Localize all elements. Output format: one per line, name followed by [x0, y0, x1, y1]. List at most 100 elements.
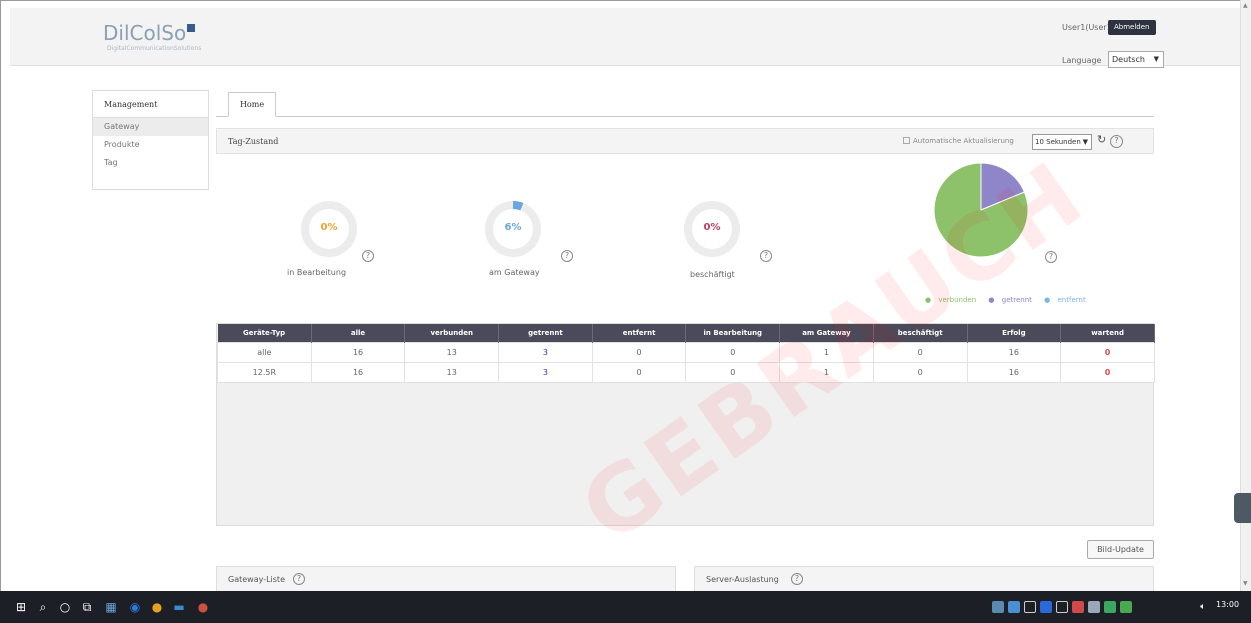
table-cell: 0 — [1060, 361, 1155, 383]
app-red-icon[interactable]: ● — [196, 600, 210, 614]
tray-icon[interactable] — [992, 601, 1004, 613]
help-icon[interactable]: ? — [362, 250, 374, 262]
tray-icon[interactable] — [1088, 601, 1100, 613]
column-header[interactable]: am Gateway — [779, 324, 874, 342]
table-cell: 0 — [1060, 341, 1155, 363]
chevron-down-icon: ▼ — [1153, 55, 1159, 63]
table-cell: 16 — [966, 341, 1062, 363]
table-cell: 16 — [966, 361, 1062, 383]
table-cell: 0 — [872, 361, 968, 383]
user-name: User1(User1) — [1062, 23, 1115, 32]
tray-icon[interactable] — [1008, 601, 1020, 613]
column-header[interactable]: verbunden — [404, 324, 500, 342]
cortana-icon[interactable]: ○ — [58, 600, 72, 614]
start-icon[interactable]: ⊞ — [14, 600, 28, 614]
gauge-value: 0% — [703, 222, 721, 233]
column-header[interactable]: Geräte-Typ — [217, 324, 312, 342]
table-cell: alle — [217, 341, 312, 363]
chrome-icon[interactable]: ● — [150, 600, 164, 614]
taskbar: ⊞ ⌕ ○ ⧉ ▦ ◉ ● ▬ ● 🔈︎ 13:00 — [0, 591, 1251, 623]
auto-refresh-toggle[interactable]: Automatische Aktualisierung — [903, 137, 1014, 145]
sidebar-title: Management — [93, 91, 208, 118]
logout-button[interactable]: Abmelden — [1108, 20, 1156, 35]
column-header[interactable]: entfernt — [592, 324, 687, 342]
legend-item-verbunden: ● verbunden — [925, 296, 977, 304]
table-cell: 0 — [685, 361, 781, 383]
logo-mark-icon — [187, 24, 196, 32]
table-cell: 0 — [685, 341, 781, 363]
status-pie-chart — [933, 162, 1029, 258]
help-icon[interactable]: ? — [1110, 135, 1123, 148]
server-load-panel: Server-Auslastung ? — [694, 566, 1154, 592]
gateway-list-panel: Gateway-Liste ? — [216, 566, 676, 592]
tray-icon[interactable] — [1120, 601, 1132, 613]
help-icon[interactable]: ? — [1045, 251, 1057, 263]
table-header-row: Geräte-Typ alle verbunden getrennt entfe… — [217, 324, 1155, 342]
gauge-label: am Gateway — [489, 268, 540, 277]
interval-select[interactable]: 10 Sekunden ▼ — [1032, 134, 1092, 150]
volume-icon[interactable]: 🔈︎ — [1196, 600, 1210, 614]
gauge-value: 6% — [504, 222, 522, 233]
gauge-label: beschäftigt — [690, 270, 735, 279]
table-cell-link[interactable]: 3 — [498, 341, 593, 363]
help-icon[interactable]: ? — [293, 573, 305, 585]
app-icon[interactable]: ▦ — [104, 600, 118, 614]
tab-bar — [216, 116, 1154, 117]
table-cell: 1 — [779, 341, 874, 363]
help-icon[interactable]: ? — [791, 573, 803, 585]
table-cell: 1 — [779, 361, 874, 383]
column-header[interactable]: beschäftigt — [873, 324, 968, 342]
teamviewer-icon[interactable]: ◉ — [128, 600, 142, 614]
tray-icon[interactable] — [1104, 601, 1116, 613]
table-cell: 16 — [310, 361, 406, 383]
column-header[interactable]: wartend — [1060, 324, 1155, 342]
table-row: alle 16 13 3 0 0 1 0 16 0 — [217, 341, 1155, 363]
table-cell: 0 — [591, 341, 687, 363]
side-tab-icon[interactable] — [1234, 493, 1251, 523]
file-explorer-icon[interactable]: ▬ — [172, 600, 186, 614]
scroll-down-icon[interactable]: ▼ — [1243, 580, 1248, 587]
logo-subtitle: DigitalCommunicationSolutions — [107, 45, 202, 52]
column-header[interactable]: alle — [311, 324, 406, 342]
search-icon[interactable]: ⌕ — [36, 600, 50, 614]
status-panel-header: Tag-Zustand Automatische Aktualisierung … — [216, 128, 1154, 154]
panel-title: Tag-Zustand — [228, 137, 279, 146]
scroll-up-icon[interactable]: ▲ — [1243, 2, 1248, 9]
legend-item-entfernt: ● entfernt — [1044, 296, 1086, 304]
table-cell: 13 — [404, 341, 500, 363]
pie-legend: ● verbunden ● getrennt ● entfernt — [925, 296, 1096, 304]
sidebar-item-produkte[interactable]: Produkte — [93, 136, 208, 154]
tray-icon[interactable] — [1056, 601, 1068, 613]
table-cell: 0 — [591, 361, 687, 383]
help-icon[interactable]: ? — [760, 250, 772, 262]
table-row: 12.5R 16 13 3 0 0 1 0 16 0 — [217, 361, 1155, 383]
app-header: DilColSo DigitalCommunicationSolutions U… — [10, 8, 1240, 68]
column-header[interactable]: Erfolg — [967, 324, 1062, 342]
table-cell: 13 — [404, 361, 500, 383]
language-select[interactable]: Deutsch ▼ — [1108, 51, 1164, 68]
task-view-icon[interactable]: ⧉ — [80, 600, 94, 614]
panel-title: Server-Auslastung — [706, 575, 779, 584]
chevron-down-icon: ▼ — [1082, 138, 1088, 146]
column-header[interactable]: getrennt — [498, 324, 593, 342]
panel-title: Gateway-Liste — [228, 575, 285, 584]
tab-home[interactable]: Home — [228, 92, 276, 117]
sidebar-item-tag[interactable]: Tag — [93, 154, 208, 172]
tray-icon[interactable] — [1024, 601, 1036, 613]
refresh-icon[interactable]: ↻ — [1097, 133, 1106, 146]
management-sidebar: Management Gateway Produkte Tag — [92, 90, 209, 190]
column-header[interactable]: in Bearbeitung — [685, 324, 781, 342]
tray-icon[interactable] — [1072, 601, 1084, 613]
table-cell: 16 — [310, 341, 406, 363]
tray-icon[interactable] — [1040, 601, 1052, 613]
checkbox-icon[interactable] — [903, 137, 910, 144]
logo: DilColSo — [103, 21, 196, 45]
table-cell: 0 — [872, 341, 968, 363]
table-cell-link[interactable]: 3 — [498, 361, 593, 383]
sidebar-item-gateway[interactable]: Gateway — [93, 118, 208, 136]
language-label: Language — [1062, 56, 1102, 65]
help-icon[interactable]: ? — [561, 250, 573, 262]
device-status-table: Geräte-Typ alle verbunden getrennt entfe… — [216, 323, 1155, 526]
image-update-button[interactable]: Bild-Update — [1087, 540, 1154, 559]
table-cell: 12.5R — [217, 361, 312, 383]
